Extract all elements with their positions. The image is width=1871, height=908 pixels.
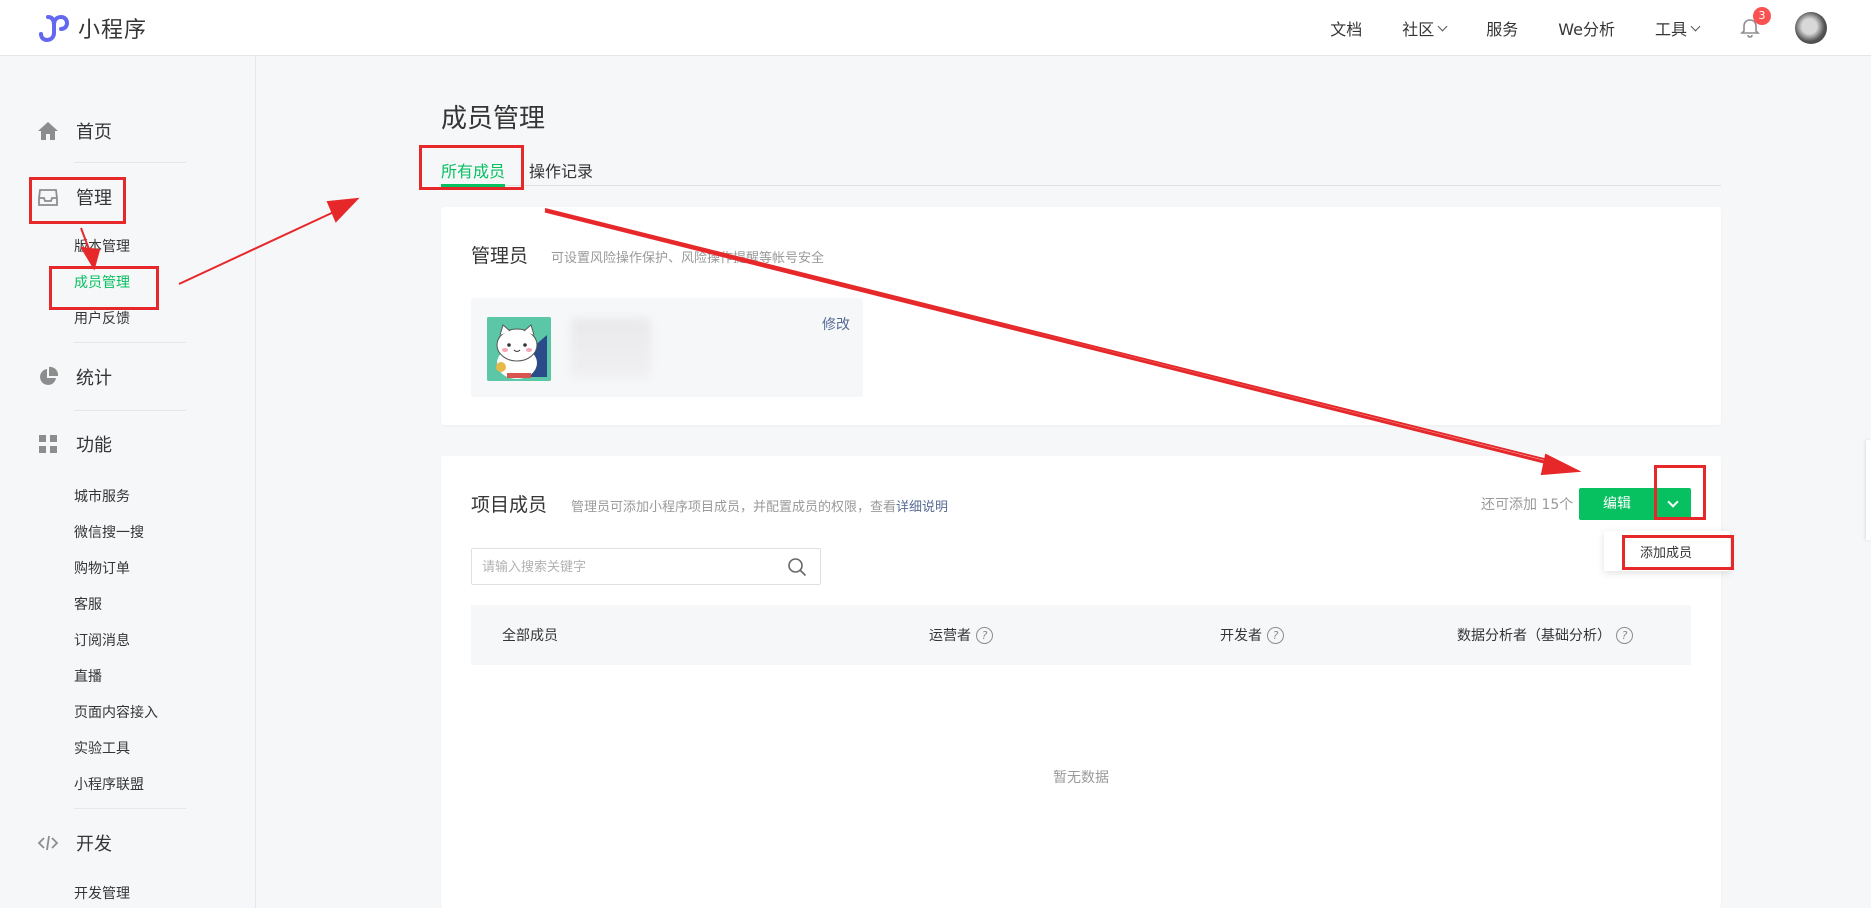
top-nav: 文档 社区 服务 We分析 工具 3 (1330, 0, 1871, 56)
logo[interactable]: 小程序 (38, 12, 147, 44)
nav-services[interactable]: 服务 (1486, 16, 1518, 40)
sidebar-item-page-content[interactable]: 页面内容接入 (74, 702, 158, 722)
admin-description: 可设置风险操作保护、风险操作提醒等帐号安全 (551, 251, 825, 266)
miniprogram-logo-icon (39, 14, 70, 43)
help-icon[interactable]: ? (1267, 626, 1284, 644)
project-members-description: 管理员可添加小程序项目成员，并配置成员的权限，查看详细说明 (571, 496, 948, 515)
column-operator: 运营者? (929, 625, 993, 645)
member-search (471, 548, 821, 585)
search-icon[interactable] (787, 557, 807, 577)
notification-button[interactable]: 3 (1739, 7, 1771, 39)
sidebar-item-stats[interactable]: 统计 (37, 364, 112, 390)
admin-edit-link[interactable]: 修改 (822, 314, 850, 334)
sidebar-item-dev-manage[interactable]: 开发管理 (74, 883, 130, 903)
grid-icon (39, 435, 57, 453)
sidebar-item-city-service[interactable]: 城市服务 (74, 486, 130, 506)
top-bar: 小程序 文档 社区 服务 We分析 工具 3 (0, 0, 1871, 56)
column-developer: 开发者? (1220, 625, 1284, 645)
edit-button[interactable]: 编辑 (1579, 488, 1655, 520)
annotation-box-member-manage (49, 266, 159, 310)
nav-community[interactable]: 社区 (1402, 16, 1448, 40)
sidebar-item-subscription-messages[interactable]: 订阅消息 (74, 630, 130, 650)
column-operator-label: 运营者 (929, 628, 971, 644)
sidebar-item-home-label: 首页 (76, 122, 112, 143)
sidebar-item-home[interactable]: 首页 (37, 118, 112, 144)
column-data-analyst-label: 数据分析者（基础分析） (1457, 628, 1611, 644)
nav-docs[interactable]: 文档 (1330, 16, 1362, 40)
admin-title: 管理员 (471, 245, 529, 267)
sidebar-item-experiment-tools[interactable]: 实验工具 (74, 738, 130, 758)
nav-docs-label: 文档 (1330, 20, 1363, 39)
nav-we-analysis-label: We分析 (1558, 20, 1615, 39)
sidebar-item-stats-label: 统计 (76, 368, 112, 389)
chevron-down-icon (1690, 21, 1701, 31)
detail-link[interactable]: 详细说明 (896, 500, 948, 515)
sidebar-item-dev[interactable]: 开发 (37, 830, 112, 856)
project-members-card: 项目成员 管理员可添加小程序项目成员，并配置成员的权限，查看详细说明 (441, 456, 1721, 908)
page-title: 成员管理 (441, 104, 546, 134)
user-avatar[interactable] (1795, 12, 1827, 44)
annotation-box-dropdown-toggle (1654, 465, 1706, 520)
divider (74, 162, 186, 163)
member-quota: 还可添加 15个 (1481, 497, 1574, 513)
side-float-tab[interactable] (1866, 440, 1871, 540)
home-icon (38, 122, 58, 140)
column-all-members[interactable]: 全部成员 (502, 625, 558, 645)
divider (74, 410, 186, 411)
sidebar-item-features[interactable]: 功能 (37, 431, 112, 457)
code-icon (37, 835, 59, 851)
help-icon[interactable]: ? (1616, 626, 1633, 644)
sidebar-item-customer-service[interactable]: 客服 (74, 594, 102, 614)
tab-bar: 所有成员 操作记录 (441, 154, 1721, 187)
sidebar-item-wechat-search[interactable]: 微信搜一搜 (74, 522, 144, 542)
tab-operation-log[interactable]: 操作记录 (529, 158, 593, 182)
admin-name-blurred (571, 318, 651, 378)
column-data-analyst: 数据分析者（基础分析）? (1457, 625, 1633, 645)
nav-tools-label: 工具 (1654, 20, 1687, 39)
annotation-box-add-member (1622, 535, 1734, 570)
nav-community-label: 社区 (1402, 20, 1435, 39)
annotation-box-manage (29, 177, 126, 224)
nav-services-label: 服务 (1486, 20, 1519, 39)
admin-member-card: 修改 (471, 298, 863, 397)
project-desc-text: 管理员可添加小程序项目成员，并配置成员的权限，查看 (571, 500, 897, 515)
project-members-title: 项目成员 (471, 494, 548, 516)
column-all-members-label: 全部成员 (502, 628, 558, 644)
sidebar-item-alliance[interactable]: 小程序联盟 (74, 774, 144, 794)
sidebar-item-shopping-orders[interactable]: 购物订单 (74, 558, 130, 578)
notification-badge: 3 (1753, 7, 1771, 25)
nav-we-analysis[interactable]: We分析 (1558, 16, 1615, 40)
column-developer-label: 开发者 (1220, 628, 1262, 644)
divider (74, 342, 186, 343)
pie-chart-icon (40, 366, 59, 385)
admin-avatar (487, 317, 551, 381)
sidebar-item-live[interactable]: 直播 (74, 666, 102, 686)
divider (74, 808, 186, 809)
sidebar-item-features-label: 功能 (76, 435, 112, 456)
nav-tools[interactable]: 工具 (1654, 16, 1701, 40)
empty-state: 暂无数据 (1053, 770, 1109, 786)
members-table-header: 全部成员 运营者? 开发者? 数据分析者（基础分析）? (471, 605, 1691, 665)
sidebar-item-version-manage[interactable]: 版本管理 (74, 236, 130, 256)
chevron-down-icon (1437, 21, 1448, 31)
search-input[interactable] (482, 556, 772, 578)
sidebar-item-user-feedback[interactable]: 用户反馈 (74, 308, 130, 328)
sidebar-item-dev-label: 开发 (76, 834, 112, 855)
help-icon[interactable]: ? (976, 626, 993, 644)
app-title: 小程序 (78, 18, 148, 43)
annotation-box-all-members-tab (419, 145, 524, 190)
lucky-cat-avatar-icon (487, 317, 551, 381)
